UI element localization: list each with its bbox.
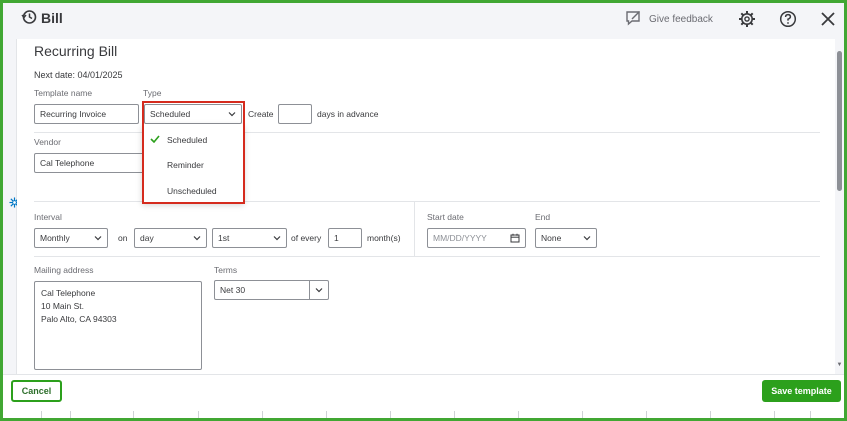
- terms-select[interactable]: Net 30: [214, 280, 329, 300]
- mailing-address-line: 10 Main St.: [41, 301, 84, 311]
- interval-day-select[interactable]: 1st: [212, 228, 287, 248]
- history-icon: [21, 9, 37, 27]
- start-date-placeholder: MM/DD/YYYY: [433, 233, 487, 243]
- template-name-input[interactable]: Recurring Invoice: [34, 104, 139, 124]
- ruler-tick: [810, 411, 811, 418]
- mailing-address-line: Cal Telephone: [41, 288, 96, 298]
- ruler-tick: [646, 411, 647, 418]
- interval-day-unit-select[interactable]: day: [134, 228, 207, 248]
- calendar-icon: [510, 233, 520, 243]
- chevron-down-icon: [583, 236, 591, 241]
- page-title: Recurring Bill: [34, 43, 118, 59]
- ruler-tick: [326, 411, 327, 418]
- months-label: month(s): [367, 233, 401, 243]
- give-feedback-label: Give feedback: [649, 14, 713, 25]
- terms-dropdown-button[interactable]: [310, 280, 329, 300]
- days-in-advance-input[interactable]: [278, 104, 312, 124]
- next-date: Next date: 04/01/2025: [34, 70, 123, 80]
- type-option-scheduled[interactable]: Scheduled: [167, 135, 207, 145]
- app-title: Bill: [21, 9, 63, 27]
- close-icon: [821, 12, 835, 26]
- end-select[interactable]: None: [535, 228, 597, 248]
- interval-months-input[interactable]: 1: [328, 228, 362, 248]
- vendor-value: Cal Telephone: [40, 158, 95, 168]
- ruler-tick: [582, 411, 583, 418]
- vendor-label: Vendor: [34, 137, 61, 147]
- days-in-advance-label: days in advance: [317, 109, 379, 119]
- chevron-down-icon: [228, 112, 236, 117]
- start-date-input[interactable]: MM/DD/YYYY: [427, 228, 526, 248]
- chevron-down-icon: [193, 236, 201, 241]
- end-label: End: [535, 212, 551, 222]
- template-name-label: Template name: [34, 88, 93, 98]
- footer-bar: Cancel Save template: [3, 374, 844, 418]
- type-label: Type: [143, 88, 162, 98]
- create-label: Create: [248, 109, 274, 119]
- interval-label: Interval: [34, 212, 62, 222]
- close-button[interactable]: [818, 9, 838, 29]
- on-label: on: [118, 233, 128, 243]
- scrollbar-thumb[interactable]: [837, 51, 842, 191]
- chevron-down-icon: [273, 236, 281, 241]
- cancel-button[interactable]: Cancel: [11, 380, 62, 402]
- ruler-tick: [710, 411, 711, 418]
- feedback-icon: [625, 10, 643, 29]
- app-frame: Bill Give feedback ▼ Recurring Bill Next…: [0, 0, 847, 421]
- gear-icon: [739, 11, 755, 27]
- column-divider: [414, 202, 415, 256]
- end-value: None: [541, 233, 562, 243]
- ruler-tick: [198, 411, 199, 418]
- start-date-label: Start date: [427, 212, 464, 222]
- type-select[interactable]: Scheduled: [144, 104, 242, 124]
- ruler-tick: [133, 411, 134, 418]
- type-option-unscheduled[interactable]: Unscheduled: [167, 186, 217, 196]
- scroll-down-arrow-icon[interactable]: ▼: [835, 362, 844, 370]
- mailing-address-line: Palo Alto, CA 94303: [41, 314, 117, 324]
- settings-button[interactable]: [737, 9, 757, 29]
- ruler-tick: [262, 411, 263, 418]
- interval-frequency-select[interactable]: Monthly: [34, 228, 108, 248]
- footer-ruler: [3, 411, 844, 418]
- ruler-tick: [454, 411, 455, 418]
- help-icon: [779, 10, 797, 28]
- interval-months-value: 1: [334, 233, 339, 243]
- top-bar: Bill Give feedback: [3, 3, 844, 39]
- terms-value: Net 30: [214, 280, 310, 300]
- interval-day-unit-value: day: [140, 233, 154, 243]
- give-feedback-link[interactable]: Give feedback: [625, 10, 713, 29]
- template-name-value: Recurring Invoice: [40, 109, 107, 119]
- terms-label: Terms: [214, 265, 238, 275]
- ruler-tick: [774, 411, 775, 418]
- save-template-button[interactable]: Save template: [762, 380, 841, 402]
- of-every-label: of every: [291, 233, 322, 243]
- type-select-value: Scheduled: [150, 109, 191, 119]
- app-title-text: Bill: [41, 10, 63, 26]
- mailing-address-label: Mailing address: [34, 265, 94, 275]
- chevron-down-icon: [94, 236, 102, 241]
- interval-frequency-value: Monthly: [40, 233, 70, 243]
- vendor-select[interactable]: Cal Telephone: [34, 153, 146, 173]
- ruler-tick: [390, 411, 391, 418]
- ruler-tick: [518, 411, 519, 418]
- chevron-down-icon: [315, 288, 323, 293]
- type-option-reminder[interactable]: Reminder: [167, 160, 204, 170]
- help-button[interactable]: [778, 9, 798, 29]
- ruler-tick: [70, 411, 71, 418]
- section-divider: [34, 256, 820, 257]
- ruler-tick: [41, 411, 42, 418]
- mailing-address-textarea[interactable]: Cal Telephone 10 Main St. Palo Alto, CA …: [34, 281, 202, 370]
- checkmark-icon: [150, 135, 160, 145]
- interval-day-value: 1st: [218, 233, 230, 243]
